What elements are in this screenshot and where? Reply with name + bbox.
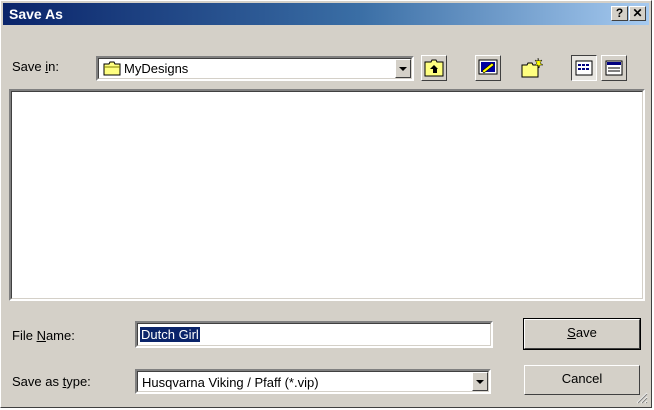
save-as-dialog: Save As ? ✕ Save in: MyDesigns File Name… [0, 0, 652, 408]
chevron-down-icon [476, 380, 484, 384]
help-button[interactable]: ? [611, 6, 628, 21]
save-as-type-combobox[interactable]: Husqvarna Viking / Pfaff (*.vip) [135, 369, 491, 394]
save-as-type-dropdown-button[interactable] [472, 372, 488, 391]
save-in-label: Save in: [12, 59, 59, 74]
file-name-label: File Name: [12, 328, 75, 343]
new-folder-icon [520, 57, 544, 83]
list-view-button[interactable] [571, 55, 597, 81]
chevron-down-icon [399, 67, 407, 71]
save-button[interactable]: Save [523, 318, 641, 350]
window-title: Save As [9, 6, 63, 22]
save-in-dropdown-button[interactable] [395, 59, 411, 78]
desktop-button[interactable] [475, 55, 501, 81]
file-name-input[interactable]: Dutch Girl [135, 321, 493, 348]
up-one-level-button[interactable] [421, 55, 447, 81]
new-folder-button[interactable] [519, 55, 545, 81]
close-button[interactable]: ✕ [629, 6, 646, 21]
file-list-view[interactable] [9, 89, 645, 301]
save-as-type-value: Husqvarna Viking / Pfaff (*.vip) [142, 375, 319, 390]
up-one-level-icon [422, 59, 446, 83]
cancel-button[interactable]: Cancel [524, 365, 640, 395]
list-view-icon [572, 60, 596, 83]
save-in-combobox[interactable]: MyDesigns [96, 56, 414, 81]
desktop-icon [476, 59, 500, 83]
save-in-value: MyDesigns [124, 61, 189, 76]
folder-icon [103, 61, 121, 79]
file-name-value: Dutch Girl [140, 327, 200, 342]
details-view-icon [602, 60, 626, 83]
title-bar[interactable]: Save As ? ✕ [3, 3, 649, 25]
save-as-type-label: Save as type: [12, 374, 91, 389]
resize-grip-icon[interactable] [636, 392, 648, 404]
details-view-button[interactable] [601, 55, 627, 81]
